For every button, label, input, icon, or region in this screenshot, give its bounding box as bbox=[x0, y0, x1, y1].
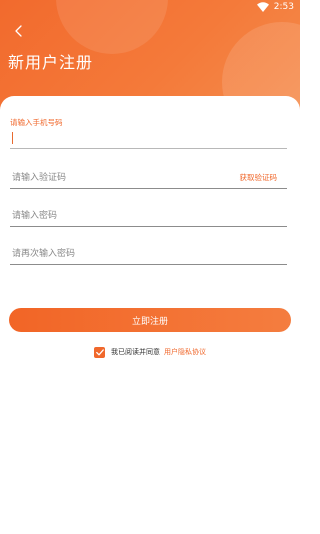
privacy-policy-link[interactable]: 用户隐私协议 bbox=[164, 347, 206, 357]
status-time: 2:53 bbox=[273, 2, 294, 12]
register-screen: 2:53 新用户注册 请输入手机号码 获取验证码 bbox=[0, 0, 300, 534]
phone-input[interactable] bbox=[10, 128, 287, 148]
confirm-password-input[interactable] bbox=[10, 244, 287, 264]
code-field: 获取验证码 bbox=[10, 168, 287, 189]
password-input[interactable] bbox=[10, 206, 287, 226]
confirm-password-field bbox=[10, 244, 287, 265]
back-button[interactable] bbox=[8, 22, 28, 40]
get-code-button[interactable]: 获取验证码 bbox=[240, 168, 278, 188]
phone-label: 请输入手机号码 bbox=[10, 118, 63, 127]
agreement-checkbox[interactable] bbox=[94, 346, 105, 358]
phone-field: 请输入手机号码 bbox=[10, 118, 287, 149]
chevron-left-icon bbox=[14, 25, 22, 37]
code-input[interactable] bbox=[10, 168, 204, 188]
decorative-circle bbox=[56, 0, 168, 54]
agreement-text: 我已阅读并同意 bbox=[111, 348, 160, 356]
wifi-icon bbox=[256, 2, 269, 12]
password-underline bbox=[10, 226, 287, 227]
password-field bbox=[10, 206, 287, 227]
checkmark-icon bbox=[95, 348, 104, 355]
agreement-row: 我已阅读并同意 用户隐私协议 bbox=[94, 346, 206, 358]
confirm-password-underline bbox=[10, 264, 287, 265]
register-button[interactable]: 立即注册 bbox=[9, 308, 291, 332]
page-title: 新用户注册 bbox=[8, 53, 94, 72]
text-cursor bbox=[12, 132, 13, 144]
phone-underline bbox=[10, 148, 287, 149]
code-underline bbox=[10, 188, 287, 189]
status-bar: 2:53 bbox=[256, 0, 300, 14]
